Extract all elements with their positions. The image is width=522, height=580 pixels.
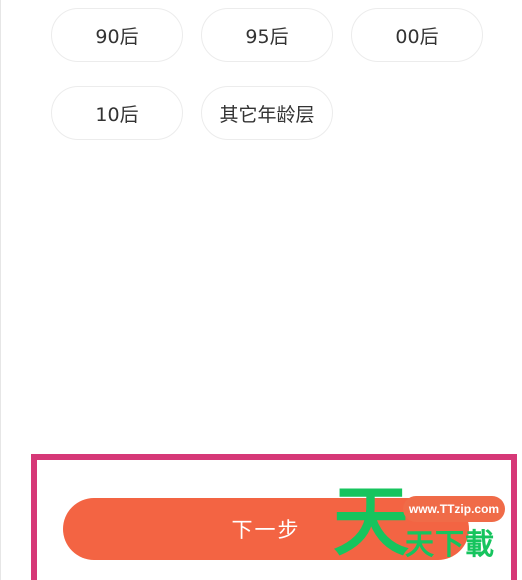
watermark-url: www.TTzip.com — [403, 496, 505, 522]
age-option-95s[interactable]: 95后 — [201, 8, 333, 62]
age-option-00s[interactable]: 00后 — [351, 8, 483, 62]
age-option-90s[interactable]: 90后 — [51, 8, 183, 62]
age-selection-screen: 90后 95后 00后 10后 其它年龄层 下一步 天 www.TTzip.co… — [0, 0, 522, 580]
age-option-other[interactable]: 其它年龄层 — [201, 86, 333, 140]
watermark-logo-big-char: 天 — [333, 477, 409, 566]
watermark-logo-text: 天下載 — [405, 527, 496, 561]
age-option-10s[interactable]: 10后 — [51, 86, 183, 140]
